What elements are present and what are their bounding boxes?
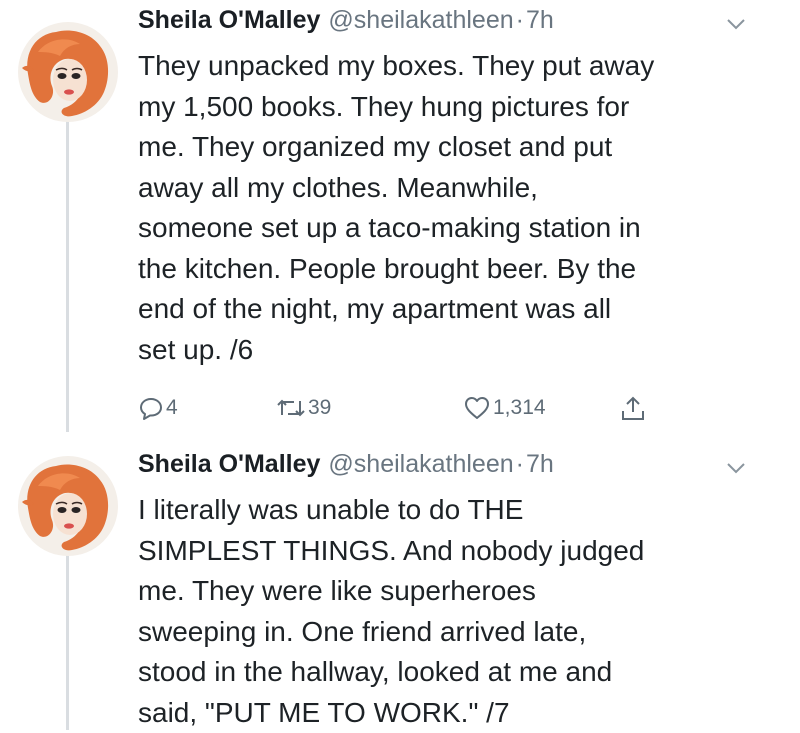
like-count: 1,314: [493, 396, 546, 420]
reply-button[interactable]: 4: [138, 393, 178, 423]
retweet-icon: [276, 395, 306, 421]
chevron-down-icon[interactable]: [724, 16, 748, 32]
tweet-text-line: sweeping in. One friend arrived late,: [138, 612, 778, 653]
tweet-text-line: end of the night, my apartment was all: [138, 289, 778, 330]
tweet-text-line: me. They organized my closet and put: [138, 127, 778, 168]
tweet-text: They unpacked my boxes. They put away my…: [138, 46, 778, 370]
tweet[interactable]: Sheila O'Malley @sheilakathleen · 7h I l…: [0, 450, 800, 730]
tweet-text-line: set up. /6: [138, 330, 778, 371]
tweet-text-line: the kitchen. People brought beer. By the: [138, 249, 778, 290]
avatar-image: [18, 22, 118, 122]
tweet-text-line: away all my clothes. Meanwhile,: [138, 168, 778, 209]
tweet[interactable]: Sheila O'Malley @sheilakathleen · 7h The…: [0, 6, 800, 426]
avatar-image: [18, 456, 118, 556]
heart-icon: [463, 395, 491, 421]
retweet-button[interactable]: 39: [276, 393, 331, 423]
tweet-header: Sheila O'Malley @sheilakathleen · 7h: [138, 6, 554, 40]
tweet-text-line: me. They were like superheroes: [138, 571, 778, 612]
author-name[interactable]: Sheila O'Malley: [138, 6, 320, 35]
like-button[interactable]: 1,314: [463, 393, 546, 423]
chevron-down-icon[interactable]: [724, 460, 748, 476]
separator: ·: [516, 6, 524, 35]
separator: ·: [516, 450, 524, 479]
reply-icon: [138, 395, 164, 421]
share-icon: [620, 394, 646, 422]
retweet-count: 39: [308, 396, 331, 420]
reply-count: 4: [166, 396, 178, 420]
avatar[interactable]: [18, 456, 118, 556]
tweet-text-line: SIMPLEST THINGS. And nobody judged: [138, 531, 778, 572]
author-handle[interactable]: @sheilakathleen: [328, 450, 513, 479]
timestamp[interactable]: 7h: [526, 6, 554, 35]
tweet-text: I literally was unable to do THE SIMPLES…: [138, 490, 778, 733]
tweet-text-line: stood in the hallway, looked at me and: [138, 652, 778, 693]
tweet-text-line: I literally was unable to do THE: [138, 490, 778, 531]
author-name[interactable]: Sheila O'Malley: [138, 450, 320, 479]
share-button[interactable]: [620, 393, 646, 423]
tweet-text-line: said, "PUT ME TO WORK." /7: [138, 693, 778, 733]
author-handle[interactable]: @sheilakathleen: [328, 6, 513, 35]
timestamp[interactable]: 7h: [526, 450, 554, 479]
tweet-actions: 4 39 1,314: [138, 393, 698, 423]
tweet-header: Sheila O'Malley @sheilakathleen · 7h: [138, 450, 554, 484]
tweet-text-line: my 1,500 books. They hung pictures for: [138, 87, 778, 128]
tweet-text-line: They unpacked my boxes. They put away: [138, 46, 778, 87]
avatar[interactable]: [18, 22, 118, 122]
tweet-text-line: someone set up a taco-making station in: [138, 208, 778, 249]
